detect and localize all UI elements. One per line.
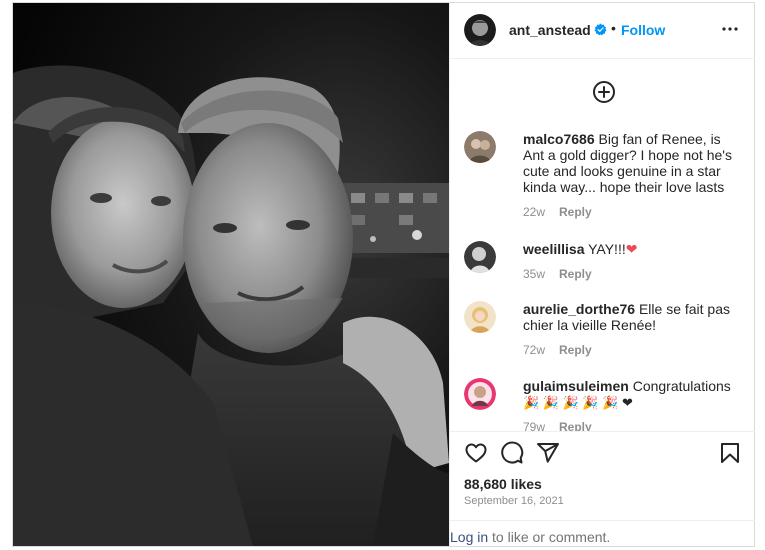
comment-time: 79w [523, 420, 546, 431]
comment-meta: 35w Reply [523, 267, 592, 281]
commenter-username[interactable]: malco7686 [523, 131, 595, 147]
party-emojis: 🎉 🎉 🎉 🎉 🎉 ❤ [523, 395, 633, 410]
comment-meta: 79w Reply [523, 420, 592, 431]
comment-bubble-icon[interactable] [500, 441, 524, 465]
commenter-avatar[interactable] [464, 131, 496, 163]
comment-text: malco7686 Big fan of Renee, is Ant a gol… [523, 131, 738, 195]
separator-dot: • [611, 20, 616, 36]
login-prompt: Log in to like or comment. [450, 529, 610, 545]
comment-meta: 22w Reply [523, 205, 592, 219]
post-dialog: ant_anstead • Follow malco7686 Big fan o… [12, 2, 755, 547]
reply-button[interactable]: Reply [559, 267, 592, 281]
commenter-avatar[interactable] [464, 301, 496, 333]
plus-circle-icon[interactable] [592, 80, 616, 104]
post-side-panel: ant_anstead • Follow malco7686 Big fan o… [449, 3, 755, 546]
commenter-username[interactable]: gulaimsuleimen [523, 378, 629, 394]
bookmark-icon[interactable] [718, 441, 742, 465]
comments-list[interactable]: malco7686 Big fan of Renee, is Ant a gol… [450, 113, 755, 431]
paper-plane-icon[interactable] [536, 441, 560, 465]
post-photo[interactable] [13, 3, 449, 546]
comment-text: aurelie_dorthe76 Elle se fait pas chier … [523, 301, 738, 333]
comment-meta: 72w Reply [523, 343, 592, 357]
commenter-username[interactable]: weelillisa [523, 241, 584, 257]
heart-icon[interactable] [464, 441, 488, 465]
commenter-avatar[interactable] [464, 241, 496, 273]
verified-badge-icon [594, 23, 607, 36]
comment-time: 72w [523, 343, 546, 357]
comment-text: gulaimsuleimen Congratulations 🎉 🎉 🎉 🎉 🎉… [523, 378, 738, 411]
post-photo-image [13, 3, 449, 546]
author-username[interactable]: ant_anstead [509, 22, 591, 38]
comment-time: 22w [523, 205, 546, 219]
login-link[interactable]: Log in [450, 529, 488, 545]
login-footer: Log in to like or comment. [450, 520, 755, 546]
post-actions-bar [450, 431, 755, 473]
author-avatar[interactable] [464, 14, 496, 46]
commenter-avatar[interactable] [464, 378, 496, 410]
more-options-icon[interactable] [718, 17, 742, 41]
reply-button[interactable]: Reply [559, 420, 592, 431]
heart-emoji: ❤ [625, 241, 638, 257]
likes-count[interactable]: 88,680 likes [464, 476, 542, 492]
reply-button[interactable]: Reply [559, 205, 592, 219]
reply-button[interactable]: Reply [559, 343, 592, 357]
comment-time: 35w [523, 267, 546, 281]
commenter-username[interactable]: aurelie_dorthe76 [523, 301, 635, 317]
comment-text: weelillisa YAY!!!❤ [523, 241, 738, 257]
follow-button[interactable]: Follow [621, 22, 665, 38]
comment-body: Congratulations [632, 378, 731, 394]
comment-body: YAY!!! [588, 241, 626, 257]
login-prompt-text: to like or comment. [488, 529, 611, 545]
post-header: ant_anstead • Follow [450, 3, 755, 59]
post-date[interactable]: September 16, 2021 [464, 495, 564, 507]
